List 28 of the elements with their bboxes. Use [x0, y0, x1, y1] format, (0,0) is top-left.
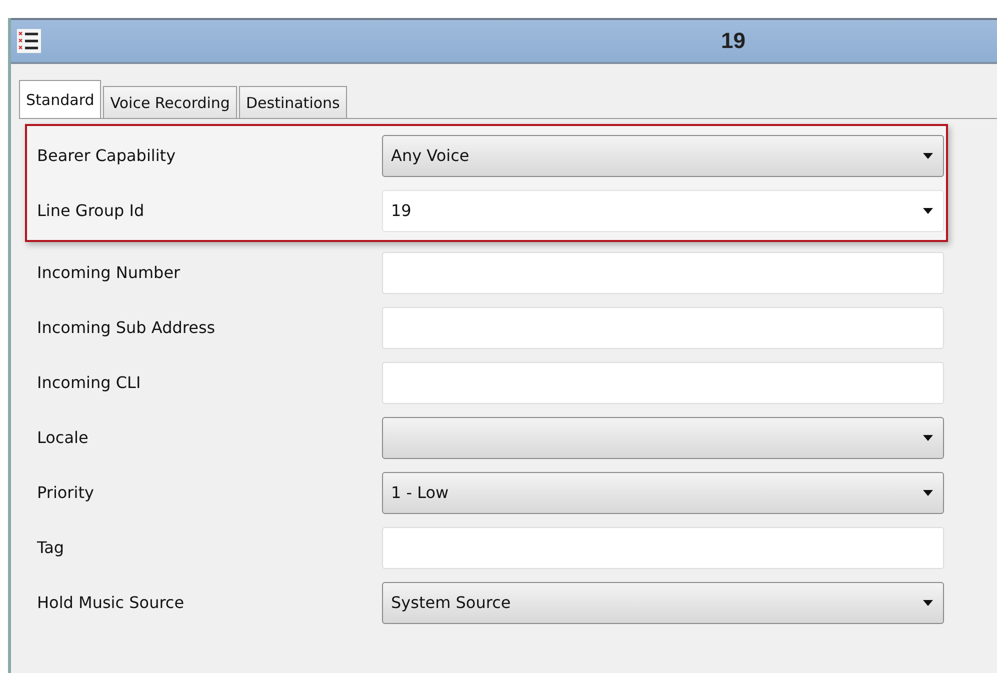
tab[interactable]: Voice Recording: [103, 86, 237, 118]
input-field[interactable]: [382, 306, 944, 348]
dropdown[interactable]: [382, 416, 944, 458]
input-field[interactable]: [382, 526, 944, 568]
list-icon: [17, 28, 41, 54]
window-title: 19: [721, 28, 746, 54]
field-label: Hold Music Source: [37, 593, 186, 612]
field-label: Priority: [37, 483, 95, 502]
field-label: Incoming Number: [37, 263, 182, 282]
field-label: Bearer Capability: [37, 146, 177, 165]
field-label: Incoming Sub Address: [37, 318, 216, 337]
caret-icon: [923, 600, 933, 606]
field-label: Incoming CLI: [37, 373, 142, 392]
input-field[interactable]: [382, 362, 944, 404]
caret-icon: [923, 434, 933, 440]
caret-icon: [923, 208, 933, 214]
dropdown[interactable]: 1 - Low: [382, 472, 944, 514]
dropdown[interactable]: System Source: [382, 582, 944, 624]
input-field[interactable]: [382, 252, 944, 294]
tab[interactable]: Destinations: [238, 86, 347, 118]
field-label: Line Group Id: [37, 201, 146, 220]
caret-icon: [923, 152, 933, 158]
field-label: Tag: [37, 538, 66, 557]
caret-icon: [923, 490, 933, 496]
field-label: Locale: [37, 428, 90, 447]
dropdown[interactable]: Any Voice: [382, 134, 944, 176]
combo-box[interactable]: 19: [382, 190, 944, 232]
tab[interactable]: Standard: [19, 80, 102, 118]
